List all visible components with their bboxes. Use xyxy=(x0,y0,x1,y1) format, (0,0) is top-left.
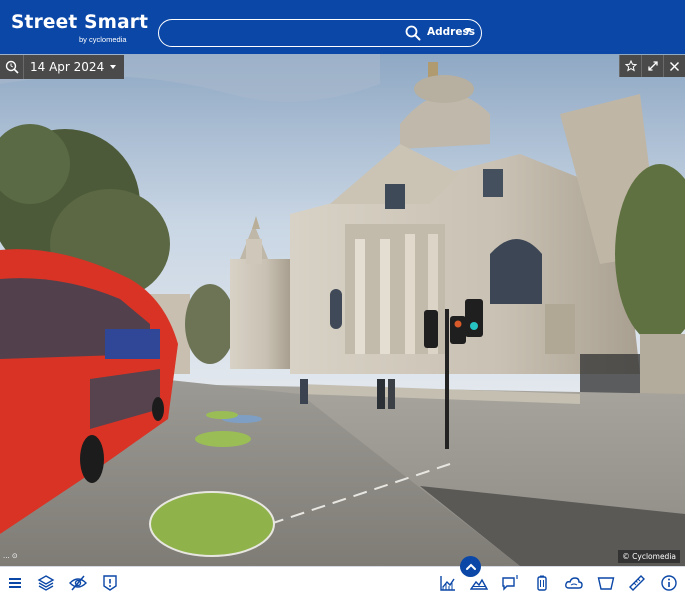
street-panorama-image[interactable] xyxy=(0,54,685,566)
chevron-up-icon xyxy=(465,563,476,570)
search-icon[interactable] xyxy=(405,25,421,41)
battery-button[interactable] xyxy=(533,574,551,592)
layers-button[interactable] xyxy=(37,574,55,592)
cloud-icon xyxy=(565,577,583,589)
app-title: Street Smart xyxy=(11,12,149,33)
street-smart-app: Street Smart by cyclomedia Address 14 Ap… xyxy=(0,0,685,609)
chevron-down-icon xyxy=(110,65,117,69)
chevron-down-icon[interactable] xyxy=(465,28,471,33)
star-icon xyxy=(624,60,637,72)
ruler-icon xyxy=(629,575,645,591)
close-viewer-button[interactable] xyxy=(663,55,685,77)
app-logo: Street Smart by cyclomedia xyxy=(11,12,149,44)
favorite-button[interactable] xyxy=(619,55,641,77)
expand-icon xyxy=(647,61,658,71)
report-icon xyxy=(103,575,117,591)
app-subtitle: by cyclomedia xyxy=(79,35,127,44)
cloud-button[interactable] xyxy=(565,574,583,592)
chart-icon xyxy=(440,576,455,591)
layers-icon xyxy=(37,575,55,591)
comment-icon xyxy=(502,575,518,591)
viewer-tools xyxy=(619,55,685,77)
copyright-label: © Cyclomedia xyxy=(618,550,680,563)
bucket-icon xyxy=(597,577,615,590)
info-icon xyxy=(661,575,677,591)
recording-date-bar: 14 Apr 2024 xyxy=(0,55,125,79)
viewer-mini-marker: ... ⊙ xyxy=(3,552,18,560)
expand-panel-button[interactable] xyxy=(460,556,481,577)
close-icon xyxy=(670,61,679,71)
bucket-button[interactable] xyxy=(597,574,615,592)
time-search-icon xyxy=(5,60,19,74)
maximize-button[interactable] xyxy=(641,55,663,77)
battery-icon xyxy=(537,575,547,591)
time-travel-button[interactable] xyxy=(0,55,24,79)
chart-button[interactable] xyxy=(439,574,457,592)
measure-button[interactable] xyxy=(628,574,646,592)
top-header: Street Smart by cyclomedia Address xyxy=(0,0,685,54)
info-button[interactable] xyxy=(660,574,678,592)
search-box[interactable]: Address xyxy=(158,19,482,47)
menu-button[interactable] xyxy=(6,574,24,592)
menu-icon xyxy=(9,578,21,588)
search-input[interactable] xyxy=(171,24,401,42)
visibility-button[interactable] xyxy=(69,574,87,592)
hide-icon xyxy=(69,575,87,591)
comment-button[interactable] xyxy=(501,574,519,592)
recording-date-dropdown[interactable]: 14 Apr 2024 xyxy=(24,55,125,79)
report-button[interactable] xyxy=(101,574,119,592)
recording-date: 14 Apr 2024 xyxy=(30,60,105,74)
bottom-toolbar xyxy=(0,566,685,609)
panorama-viewer[interactable] xyxy=(0,54,685,566)
